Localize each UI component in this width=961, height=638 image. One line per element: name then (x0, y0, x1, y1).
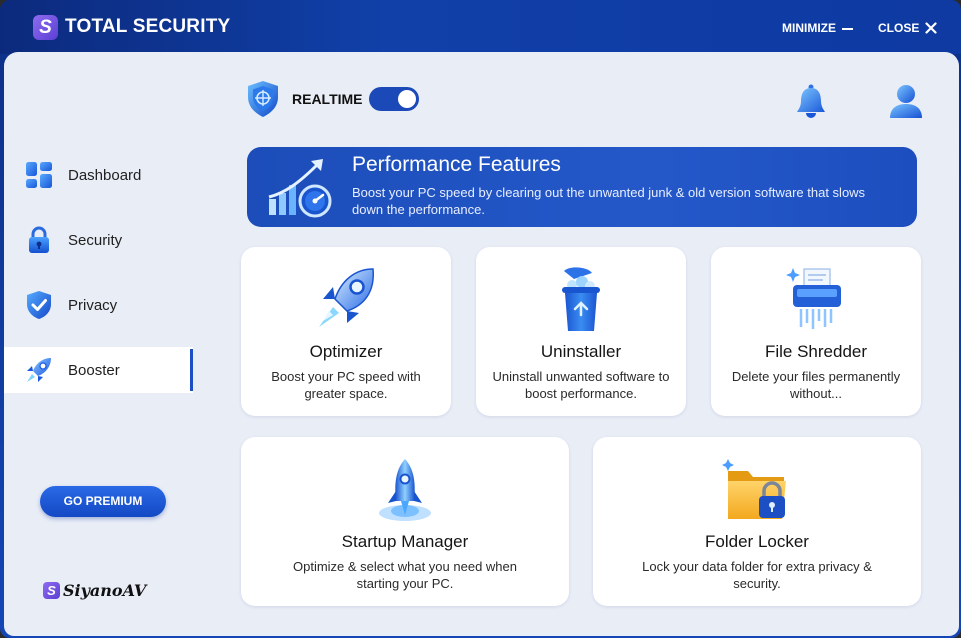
sidebar-item-privacy[interactable]: Privacy (4, 282, 193, 328)
sidebar-item-dashboard[interactable]: Dashboard (4, 152, 193, 198)
realtime-shield-icon (246, 80, 280, 118)
dashboard-icon (24, 160, 54, 190)
app-logo-icon: S (33, 15, 58, 40)
file-shredder-card[interactable]: File Shredder Delete your files permanen… (711, 247, 921, 416)
sidebar-item-label: Booster (68, 361, 120, 379)
minimize-label: MINIMIZE (782, 21, 836, 35)
shredder-icon (779, 265, 853, 333)
rocket-icon (24, 355, 54, 385)
app-title: TOTAL SECURITY (65, 16, 231, 37)
banner-description: Boost your PC speed by clearing out the … (352, 185, 866, 217)
notification-bell-icon[interactable] (794, 83, 828, 121)
card-title: Startup Manager (341, 532, 469, 551)
sidebar-item-label: Security (68, 231, 123, 249)
close-button[interactable]: CLOSE (878, 21, 937, 35)
toggle-knob (398, 90, 416, 108)
sidebar-item-booster[interactable]: Booster (4, 347, 193, 393)
uninstaller-card[interactable]: Uninstaller Uninstall unwanted software … (476, 247, 686, 416)
user-profile-icon[interactable] (888, 82, 924, 122)
go-premium-button[interactable]: GO PREMIUM (40, 486, 166, 517)
rocket-launch-icon (368, 457, 442, 525)
optimizer-card[interactable]: Optimizer Boost your PC speed with great… (241, 247, 451, 416)
app-window: S TOTAL SECURITY MINIMIZE CLOSE Dashboar… (0, 0, 961, 638)
card-description: Uninstall unwanted software to boost per… (492, 369, 670, 401)
startup-manager-card[interactable]: Startup Manager Optimize & select what y… (241, 437, 569, 606)
performance-banner: Performance Features Boost your PC speed… (247, 147, 917, 227)
performance-chart-icon (265, 155, 337, 219)
banner-title: Performance Features (352, 153, 561, 176)
close-icon (925, 22, 937, 34)
card-description: Delete your files permanently without... (731, 369, 901, 401)
recycle-bin-icon (544, 265, 618, 333)
title-bar: S TOTAL SECURITY MINIMIZE CLOSE (0, 0, 961, 54)
sidebar-item-security[interactable]: Security (4, 217, 193, 263)
brand-name: SiyanoAV (63, 581, 147, 600)
card-title: Optimizer (309, 342, 383, 361)
locked-folder-icon (720, 457, 794, 525)
minimize-icon (842, 27, 853, 30)
card-title: File Shredder (764, 342, 868, 361)
realtime-label: REALTIME (292, 91, 363, 107)
lock-icon (24, 225, 54, 255)
folder-locker-card[interactable]: Folder Locker Lock your data folder for … (593, 437, 921, 606)
sidebar-item-label: Dashboard (68, 166, 142, 184)
brand-logo-icon: S (43, 582, 60, 599)
rocket-icon (309, 265, 383, 333)
shield-check-icon (24, 290, 54, 320)
card-title: Folder Locker (705, 532, 809, 551)
close-label: CLOSE (878, 21, 920, 35)
card-title: Uninstaller (540, 342, 622, 361)
minimize-button[interactable]: MINIMIZE (782, 21, 853, 35)
card-description: Lock your data folder for extra privacy … (642, 559, 872, 591)
brand-logo: S SiyanoAV (43, 581, 146, 600)
sidebar-item-label: Privacy (68, 296, 118, 314)
card-description: Boost your PC speed with greater space. (271, 369, 421, 401)
card-description: Optimize & select what you need when sta… (292, 559, 517, 591)
realtime-toggle[interactable] (369, 87, 419, 111)
